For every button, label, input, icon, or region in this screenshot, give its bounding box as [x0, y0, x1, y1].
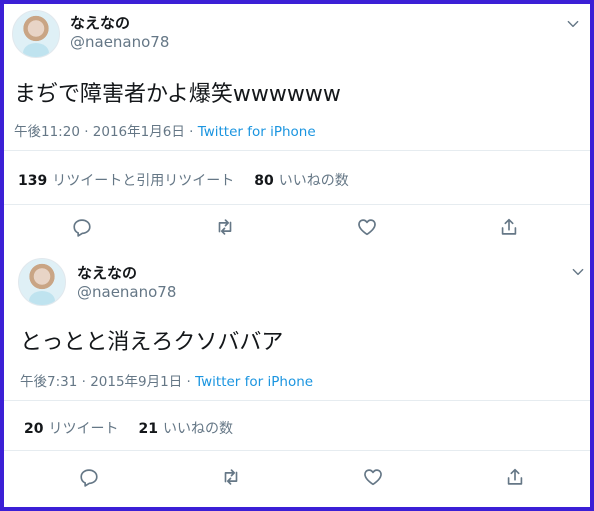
- retweets-stat[interactable]: 20 リツイート: [24, 421, 118, 437]
- retweets-stat[interactable]: 139 リツイートと引用リツイート: [18, 173, 234, 189]
- retweets-label: リツイート: [48, 421, 119, 437]
- display-name[interactable]: なえなの: [77, 262, 137, 283]
- likes-count: 80: [254, 173, 274, 189]
- retweets-count: 139: [18, 173, 48, 189]
- divider: [4, 450, 590, 451]
- tweet-timestamp: 午後11:20 · 2016年1月6日 · Twitter for iPhone: [14, 120, 316, 140]
- tweet-time[interactable]: 午後11:20 · 2016年1月6日 ·: [14, 124, 198, 140]
- divider: [4, 400, 590, 401]
- chevron-down-icon[interactable]: [571, 264, 585, 278]
- likes-stat[interactable]: 80 いいねの数: [254, 173, 348, 189]
- heart-icon[interactable]: [362, 466, 384, 488]
- tweet-text: とっとと消えろクソババア: [20, 330, 284, 355]
- retweets-count: 20: [24, 421, 44, 437]
- tweet-source-link[interactable]: Twitter for iPhone: [198, 124, 316, 140]
- tweet-timestamp: 午後7:31 · 2015年9月1日 · Twitter for iPhone: [20, 370, 313, 390]
- tweet-stats: 20 リツイート 21 いいねの数: [24, 418, 233, 438]
- tweet-stats: 139 リツイートと引用リツイート 80 いいねの数: [18, 170, 349, 190]
- chevron-down-icon[interactable]: [566, 16, 580, 30]
- likes-label: いいねの数: [278, 173, 349, 189]
- divider: [4, 204, 590, 205]
- tweet-card: なえなの @naenano78 とっとと消えろクソババア 午後7:31 · 20…: [4, 254, 590, 507]
- avatar[interactable]: [18, 258, 66, 306]
- avatar[interactable]: [12, 10, 60, 58]
- divider: [4, 150, 590, 151]
- reply-icon[interactable]: [71, 216, 93, 238]
- retweets-label: リツイートと引用リツイート: [52, 173, 235, 189]
- likes-stat[interactable]: 21 いいねの数: [138, 421, 232, 437]
- reply-icon[interactable]: [78, 466, 100, 488]
- likes-label: いいねの数: [162, 421, 233, 437]
- heart-icon[interactable]: [356, 216, 378, 238]
- tweet-time[interactable]: 午後7:31 · 2015年9月1日 ·: [20, 374, 195, 390]
- likes-count: 21: [138, 421, 158, 437]
- display-name[interactable]: なえなの: [70, 12, 130, 33]
- retweet-icon[interactable]: [220, 466, 242, 488]
- share-icon[interactable]: [498, 216, 520, 238]
- share-icon[interactable]: [504, 466, 526, 488]
- retweet-icon[interactable]: [214, 216, 236, 238]
- tweet-text: まぢで障害者かよ爆笑wwwwww: [14, 82, 341, 107]
- user-handle[interactable]: @naenano78: [77, 283, 176, 301]
- tweet-card: なえなの @naenano78 まぢで障害者かよ爆笑wwwwww 午後11:20…: [4, 4, 590, 254]
- tweet-source-link[interactable]: Twitter for iPhone: [195, 374, 313, 390]
- user-handle[interactable]: @naenano78: [70, 33, 169, 51]
